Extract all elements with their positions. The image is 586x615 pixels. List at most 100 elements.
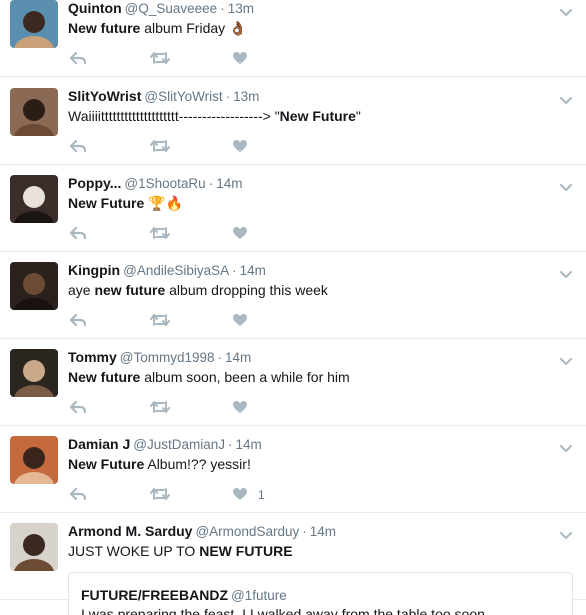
heart-icon[interactable] bbox=[232, 226, 248, 242]
retweet-icon[interactable] bbox=[150, 139, 170, 155]
timestamp[interactable]: 14m bbox=[225, 350, 251, 365]
separator-dot: · bbox=[225, 89, 231, 104]
timestamp[interactable]: 14m bbox=[235, 437, 261, 452]
reply-icon[interactable] bbox=[70, 226, 86, 242]
timeline: Quinton @Q_Suaveeee · 13m New future album F… bbox=[0, 0, 586, 615]
quoted-tweet-text: I was preparing the feast, I I walked aw… bbox=[81, 606, 485, 615]
heart-icon[interactable] bbox=[232, 400, 248, 416]
reply-icon[interactable] bbox=[70, 139, 86, 155]
avatar[interactable] bbox=[10, 349, 58, 397]
timestamp[interactable]: 14m bbox=[240, 263, 266, 278]
highlighted-keyword: New Future bbox=[279, 108, 356, 124]
tweet-header: SlitYoWrist @SlitYoWrist · 13m bbox=[68, 88, 259, 104]
tweet[interactable]: SlitYoWrist @SlitYoWrist · 13m Waiiiittttttt… bbox=[0, 78, 586, 165]
quoted-display-name: FUTURE/FREEBANDZ bbox=[81, 587, 228, 603]
avatar[interactable] bbox=[10, 88, 58, 136]
text-fragment: Album!?? yessir! bbox=[144, 456, 251, 472]
chevron-down-icon[interactable] bbox=[560, 440, 572, 452]
retweet-icon[interactable] bbox=[150, 313, 170, 329]
tweet-header: Quinton @Q_Suaveeee · 13m bbox=[68, 0, 254, 16]
tweet-header: Poppy... @1ShootaRu · 14m bbox=[68, 175, 242, 191]
quoted-tweet[interactable]: FUTURE/FREEBANDZ @1future I was preparing … bbox=[68, 572, 573, 615]
tweet-header: Kingpin @AndileSibiyaSA · 14m bbox=[68, 262, 266, 278]
tweet-header: Damian J @JustDamianJ · 14m bbox=[68, 436, 262, 452]
tweet-text: aye new future album dropping this week bbox=[68, 282, 328, 298]
tweet-actions bbox=[68, 313, 288, 329]
retweet-icon[interactable] bbox=[150, 226, 170, 242]
text-fragment: album dropping this week bbox=[165, 282, 328, 298]
highlighted-keyword: New future bbox=[68, 20, 141, 36]
retweet-icon[interactable] bbox=[150, 400, 170, 416]
timestamp[interactable]: 13m bbox=[228, 1, 254, 16]
tweet[interactable]: Kingpin @AndileSibiyaSA · 14m aye new future… bbox=[0, 252, 586, 339]
separator-dot: · bbox=[302, 524, 307, 539]
avatar[interactable] bbox=[10, 262, 58, 310]
tweet-text: New Future Album!?? yessir! bbox=[68, 456, 251, 472]
highlighted-keyword: New Future bbox=[68, 195, 145, 211]
display-name: SlitYoWrist bbox=[68, 88, 142, 104]
tweet[interactable]: Quinton @Q_Suaveeee · 13m New future album F… bbox=[0, 0, 586, 77]
avatar[interactable] bbox=[10, 0, 58, 48]
display-name: Tommy bbox=[68, 349, 117, 365]
timestamp[interactable]: 14m bbox=[216, 176, 242, 191]
chevron-down-icon[interactable] bbox=[560, 266, 572, 278]
user-handle: @1ShootaRu bbox=[124, 176, 206, 191]
text-fragment: album soon, been a while for him bbox=[140, 369, 350, 385]
chevron-down-icon[interactable] bbox=[560, 92, 572, 104]
tweet-actions bbox=[68, 226, 288, 242]
user-handle: @AndileSibiyaSA bbox=[123, 263, 230, 278]
quoted-user-handle: @1future bbox=[231, 588, 287, 603]
retweet-icon[interactable] bbox=[150, 487, 170, 503]
tweet-actions bbox=[68, 139, 288, 155]
display-name: Kingpin bbox=[68, 262, 121, 278]
tweet-actions bbox=[68, 400, 288, 416]
retweet-icon[interactable] bbox=[150, 51, 170, 67]
display-name: Quinton bbox=[68, 0, 122, 16]
chevron-down-icon[interactable] bbox=[560, 4, 572, 16]
tweet-header: Armond M. Sarduy @ArmondSarduy · 14m bbox=[68, 523, 336, 539]
avatar[interactable] bbox=[10, 175, 58, 223]
reply-icon[interactable] bbox=[70, 51, 86, 67]
tweet-text: New Future 🏆🔥 bbox=[68, 195, 183, 212]
text-fragment: Waiiiitttttttttttttttttttt--------------… bbox=[68, 108, 280, 124]
separator-dot: · bbox=[208, 176, 214, 191]
highlighted-keyword: NEW FUTURE bbox=[199, 543, 293, 559]
text-fragment: JUST WOKE UP TO bbox=[68, 543, 200, 559]
reply-icon[interactable] bbox=[70, 400, 86, 416]
tweet-header: Tommy @Tommyd1998 · 14m bbox=[68, 349, 251, 365]
separator-dot: · bbox=[217, 350, 223, 365]
user-handle: @ArmondSarduy bbox=[195, 524, 300, 539]
heart-icon[interactable] bbox=[232, 313, 248, 329]
timestamp[interactable]: 13m bbox=[233, 89, 259, 104]
avatar[interactable] bbox=[10, 523, 58, 571]
user-handle: @JustDamianJ bbox=[133, 437, 225, 452]
tweet[interactable]: Tommy @Tommyd1998 · 14m New future album soo… bbox=[0, 339, 586, 426]
display-name: Poppy... bbox=[68, 175, 122, 191]
heart-icon[interactable] bbox=[232, 51, 248, 67]
tweet[interactable]: Damian J @JustDamianJ · 14m New Future Album… bbox=[0, 426, 586, 513]
emoji: 🏆🔥 bbox=[148, 195, 183, 211]
highlighted-keyword: New future bbox=[68, 369, 141, 385]
user-handle: @Tommyd1998 bbox=[119, 350, 215, 365]
reply-icon[interactable] bbox=[70, 487, 86, 503]
highlighted-keyword: new future bbox=[94, 282, 166, 298]
avatar[interactable] bbox=[10, 436, 58, 484]
display-name: Armond M. Sarduy bbox=[68, 523, 193, 539]
chevron-down-icon[interactable] bbox=[560, 353, 572, 365]
tweet[interactable]: Poppy... @1ShootaRu · 14m New Future 🏆🔥 bbox=[0, 165, 586, 252]
timestamp[interactable]: 14m bbox=[310, 524, 336, 539]
user-handle: @Q_Suaveeee bbox=[124, 1, 218, 16]
heart-icon[interactable] bbox=[232, 487, 248, 503]
quoted-tweet-header: FUTURE/FREEBANDZ @1future bbox=[81, 587, 287, 603]
like-count: 1 bbox=[258, 488, 265, 502]
heart-icon[interactable] bbox=[232, 139, 248, 155]
text-fragment: aye bbox=[68, 282, 95, 298]
user-handle: @SlitYoWrist bbox=[144, 89, 223, 104]
chevron-down-icon[interactable] bbox=[560, 527, 572, 539]
tweet-actions bbox=[68, 51, 288, 67]
chevron-down-icon[interactable] bbox=[560, 179, 572, 191]
text-fragment: " bbox=[355, 108, 361, 124]
reply-icon[interactable] bbox=[70, 313, 86, 329]
tweet-text: New future album Friday 👌🏾 bbox=[68, 20, 246, 37]
tweet-text: New future album soon, been a while for … bbox=[68, 369, 350, 385]
